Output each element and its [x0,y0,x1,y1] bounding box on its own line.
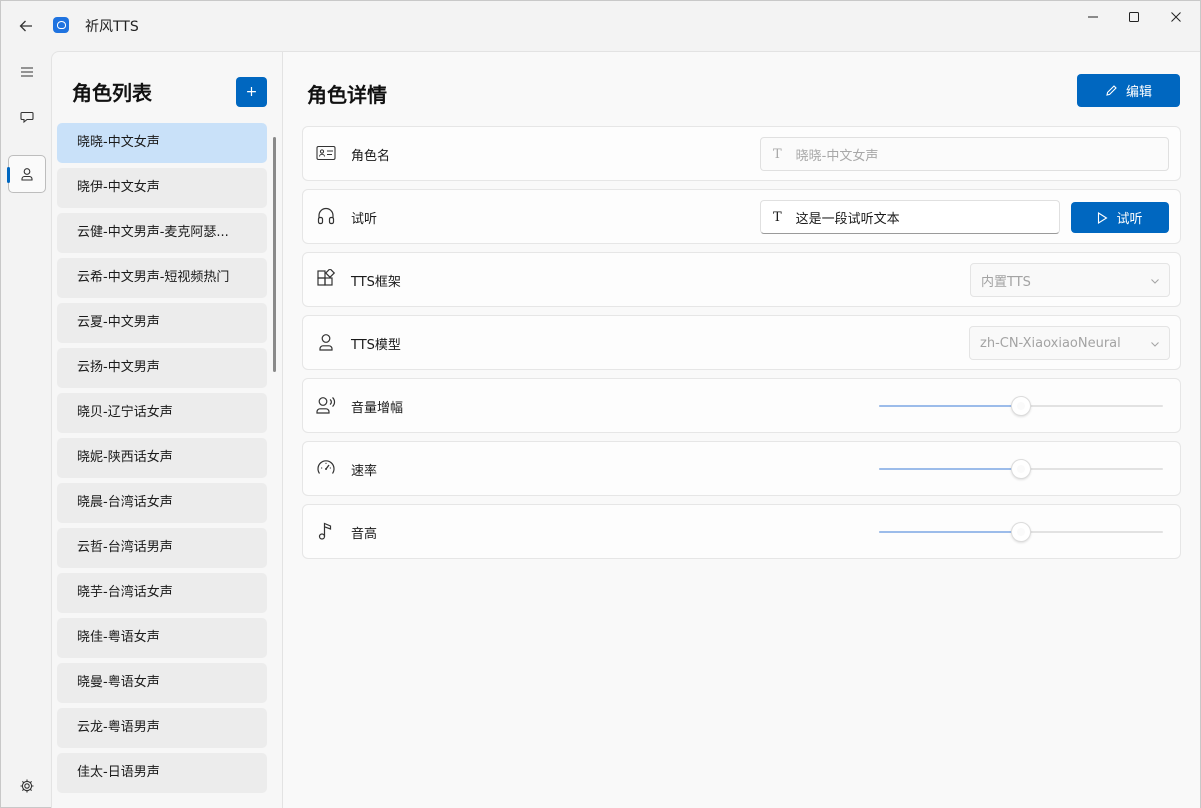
headphones-icon [315,205,337,227]
tts-model-row: TTS模型 zh-CN-XiaoxiaoNeural [302,315,1181,370]
edit-button-label: 编辑 [1125,85,1152,100]
chevron-down-icon [1151,342,1159,347]
tts-model-label: TTS模型 [351,338,401,353]
speedometer-icon [315,457,337,479]
close-button[interactable] [1153,1,1199,33]
role-list-item[interactable]: 云希-中文男声-短视频热门 [57,258,267,298]
pitch-label: 音高 [351,527,378,542]
role-list-item[interactable]: 晓晓-中文女声 [57,123,267,163]
slider-fill [879,531,1021,533]
play-icon [1098,211,1109,224]
voice-volume-icon [315,394,337,416]
volume-boost-label: 音量增幅 [351,401,404,416]
maximize-icon [1129,12,1139,22]
id-card-icon [315,142,337,164]
hamburger-menu-icon [21,67,33,77]
role-list-title: 角色列表 [72,81,152,105]
preview-text-value: 这是一段试听文本 [795,211,900,227]
nav-menu-button[interactable] [8,53,46,91]
pitch-row: 音高 [302,504,1181,559]
person-icon [315,331,337,353]
role-detail-panel: 角色详情 编辑 角色名 T 晓晓-中文女声 试听 T 这是一段试听文本 试听 T… [283,51,1200,808]
preview-play-label: 试听 [1116,212,1143,227]
tts-framework-row: TTS框架 内置TTS [302,252,1181,307]
maximize-button[interactable] [1111,1,1157,33]
role-list-item[interactable]: 晓妮-陕西话女声 [57,438,267,478]
role-name-label: 角色名 [351,149,391,164]
close-icon [1171,12,1181,22]
nav-roles-button[interactable] [7,155,46,193]
role-name-row: 角色名 T 晓晓-中文女声 [302,126,1181,181]
role-name-field[interactable]: T 晓晓-中文女声 [760,137,1169,171]
slider-thumb[interactable] [1011,459,1031,479]
rate-row: 速率 [302,441,1181,496]
role-list-item[interactable]: 晓曼-粤语女声 [57,663,267,703]
role-list-item[interactable]: 晓佳-粤语女声 [57,618,267,658]
slider-fill [879,405,1021,407]
role-list-item[interactable]: 云哲-台湾话男声 [57,528,267,568]
gear-icon [20,779,34,793]
volume-boost-slider[interactable] [879,396,1163,416]
pencil-icon [1106,85,1117,96]
tts-model-value: zh-CN-XiaoxiaoNeural [980,335,1121,351]
role-list-scrollbar[interactable] [273,137,276,372]
role-list-item[interactable]: 云夏-中文男声 [57,303,267,343]
role-list-item[interactable]: 云健-中文男声-麦克阿瑟... [57,213,267,253]
edit-button[interactable]: 编辑 [1077,74,1180,107]
rate-label: 速率 [351,464,378,479]
chat-bubble-icon [20,111,34,124]
preview-row: 试听 T 这是一段试听文本 试听 [302,189,1181,244]
nav-chat-button[interactable] [8,98,46,136]
tts-model-select[interactable]: zh-CN-XiaoxiaoNeural [969,326,1170,360]
text-type-icon: T [773,146,782,162]
role-name-value: 晓晓-中文女声 [795,148,879,164]
text-type-icon: T [773,209,782,225]
back-button[interactable] [11,12,41,40]
apps-grid-icon [315,268,337,290]
minimize-icon [1088,16,1098,18]
app-title: 祈风TTS [85,19,139,35]
role-list-panel: 角色列表 + 晓晓-中文女声 晓伊-中文女声 云健-中文男声-麦克阿瑟... 云希-中… [51,51,283,808]
slider-thumb[interactable] [1011,522,1031,542]
preview-text-input[interactable]: T 这是一段试听文本 [760,200,1060,234]
app-logo-icon [53,17,69,33]
role-list-item[interactable]: 云龙-粤语男声 [57,708,267,748]
role-list-item[interactable]: 云扬-中文男声 [57,348,267,388]
volume-boost-row: 音量增幅 [302,378,1181,433]
arrow-left-icon [19,20,32,32]
tts-framework-select[interactable]: 内置TTS [970,263,1170,297]
role-list-item[interactable]: 晓贝-辽宁话女声 [57,393,267,433]
preview-play-button[interactable]: 试听 [1071,202,1169,233]
title-bar: 祈风TTS [1,1,1200,49]
role-list-item[interactable]: 佳太-日语男声 [57,753,267,793]
rate-slider[interactable] [879,459,1163,479]
role-detail-title: 角色详情 [307,83,387,107]
role-list-item[interactable]: 晓晨-台湾话女声 [57,483,267,523]
preview-label: 试听 [351,212,378,227]
role-list-item[interactable]: 晓伊-中文女声 [57,168,267,208]
tts-framework-label: TTS框架 [351,275,401,290]
tts-framework-value: 内置TTS [981,274,1031,290]
app-window: 祈风TTS 角色列表 + 晓晓-中文女声 晓伊-中文女声 云健-中文男声-麦克阿瑟.… [0,0,1201,808]
slider-fill [879,468,1021,470]
role-list-item[interactable]: 晓芋-台湾话女声 [57,573,267,613]
nav-settings-button[interactable] [8,767,46,805]
pitch-slider[interactable] [879,522,1163,542]
chevron-down-icon [1151,279,1159,284]
add-role-button[interactable]: + [236,77,267,107]
person-icon [21,168,33,181]
slider-thumb[interactable] [1011,396,1031,416]
minimize-button[interactable] [1070,1,1116,33]
music-note-icon [315,520,337,542]
